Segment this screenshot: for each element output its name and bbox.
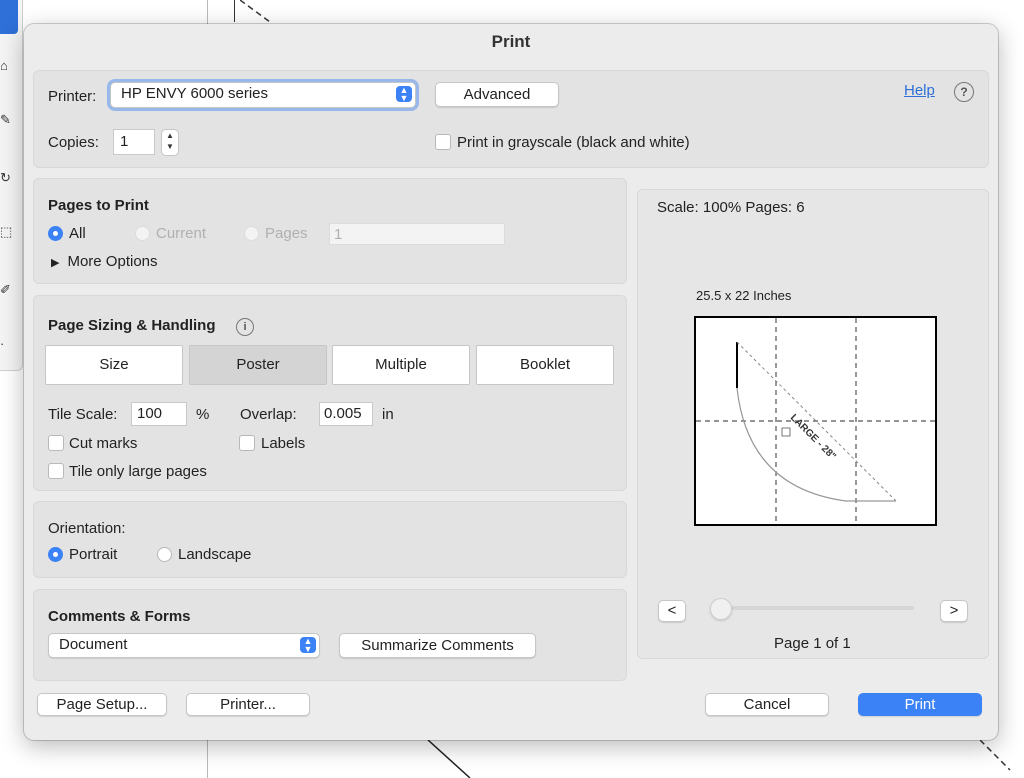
help-link[interactable]: Help <box>904 82 935 99</box>
copies-stepper[interactable]: ▲ ▼ <box>161 129 179 156</box>
size-button[interactable]: Size <box>45 345 183 385</box>
grayscale-label: Print in grayscale (black and white) <box>457 134 690 151</box>
orientation-panel <box>33 501 627 578</box>
updown-chevron-icon: ▲ ▼ <box>396 86 412 103</box>
pages-radio[interactable] <box>244 226 259 241</box>
copies-input[interactable]: 1 <box>113 129 155 155</box>
copies-label: Copies: <box>48 134 99 151</box>
page-slider-knob[interactable] <box>710 598 732 620</box>
poster-button[interactable]: Poster <box>189 345 327 385</box>
grayscale-checkbox[interactable] <box>435 134 451 150</box>
dialog-title: Print <box>491 32 531 51</box>
page-indicator: Page 1 of 1 <box>774 635 851 652</box>
preview-document-text: LARGE - 28" <box>788 412 838 462</box>
landscape-label: Landscape <box>178 546 252 563</box>
percent-label: % <box>196 406 210 423</box>
all-radio[interactable] <box>48 226 63 241</box>
page-setup-button[interactable]: Page Setup... <box>37 693 167 716</box>
preview-dimensions-text: 25.5 x 22 Inches <box>696 288 792 303</box>
printer-select-value: HP ENVY 6000 series <box>121 85 269 102</box>
next-page-button[interactable]: > <box>940 600 968 622</box>
advanced-button[interactable]: Advanced <box>435 82 559 107</box>
lasso-tool-icon[interactable]: ↻ <box>0 170 16 186</box>
comments-forms-heading: Comments & Forms <box>48 608 191 625</box>
current-radio[interactable] <box>135 226 150 241</box>
tile-large-label: Tile only large pages <box>69 463 207 480</box>
pages-to-print-heading: Pages to Print <box>48 197 149 214</box>
background-diagonal <box>240 0 271 23</box>
stamp-tool-icon[interactable]: ⌂ <box>0 58 16 74</box>
info-icon[interactable]: i <box>236 318 254 336</box>
page-slider-track[interactable] <box>714 606 914 610</box>
pencil-tool-icon[interactable]: ✎ <box>0 112 16 128</box>
overlap-unit: in <box>382 406 394 423</box>
paint-tool-icon[interactable]: ✐ <box>0 282 16 298</box>
selection-tool-icon[interactable] <box>0 0 18 34</box>
portrait-radio[interactable] <box>48 547 63 562</box>
preview-page: LARGE - 28" <box>694 316 937 526</box>
more-tool-icon[interactable]: · <box>0 336 16 352</box>
cancel-button[interactable]: Cancel <box>705 693 829 716</box>
printer-select[interactable]: HP ENVY 6000 series ▲ ▼ <box>110 82 416 108</box>
background-line <box>234 0 235 22</box>
disclosure-triangle-icon: ▶ <box>51 257 60 269</box>
more-options-label: More Options <box>67 253 158 270</box>
help-icon[interactable]: ? <box>954 82 974 102</box>
tile-scale-label: Tile Scale: <box>48 406 118 423</box>
background-line <box>207 0 208 24</box>
all-radio-label: All <box>69 225 86 242</box>
overlap-label: Overlap: <box>240 406 297 423</box>
printer-button[interactable]: Printer... <box>186 693 310 716</box>
more-options-disclosure[interactable]: ▶ More Options <box>51 253 158 270</box>
orientation-heading: Orientation: <box>48 520 126 537</box>
background-diagonal-bottom <box>427 740 471 778</box>
landscape-radio[interactable] <box>157 547 172 562</box>
overlap-input[interactable]: 0.005 <box>319 402 373 426</box>
preview-scale-text: Scale: 100% Pages: 6 <box>657 199 805 216</box>
crop-tool-icon[interactable]: ⬚ <box>0 224 16 240</box>
pages-radio-label: Pages <box>265 225 308 242</box>
background-line <box>207 740 208 778</box>
left-toolbar: ⌂ ✎ ↻ ⬚ ✐ · <box>0 0 23 371</box>
updown-chevron-icon: ▲ ▼ <box>300 637 316 654</box>
pages-range-input[interactable]: 1 <box>329 223 505 245</box>
print-dialog: Print Printer: HP ENVY 6000 series ▲ ▼ Ad… <box>24 24 998 740</box>
print-button[interactable]: Print <box>858 693 982 716</box>
labels-checkbox[interactable] <box>239 435 255 451</box>
background-diagonal-bottom-right <box>980 740 1011 771</box>
prev-page-button[interactable]: < <box>658 600 686 622</box>
page-sizing-heading: Page Sizing & Handling <box>48 317 216 334</box>
booklet-button[interactable]: Booklet <box>476 345 614 385</box>
comments-forms-value: Document <box>59 636 128 653</box>
comments-forms-select[interactable]: Document ▲ ▼ <box>48 633 320 658</box>
printer-label: Printer: <box>48 88 97 105</box>
preview-artwork: LARGE - 28" <box>696 318 935 524</box>
current-radio-label: Current <box>156 225 207 242</box>
tile-scale-input[interactable]: 100 <box>131 402 187 426</box>
cut-marks-checkbox[interactable] <box>48 435 64 451</box>
cut-marks-label: Cut marks <box>69 435 138 452</box>
summarize-comments-button[interactable]: Summarize Comments <box>339 633 536 658</box>
tile-large-checkbox[interactable] <box>48 463 64 479</box>
labels-label: Labels <box>261 435 306 452</box>
multiple-button[interactable]: Multiple <box>332 345 470 385</box>
portrait-label: Portrait <box>69 546 118 563</box>
